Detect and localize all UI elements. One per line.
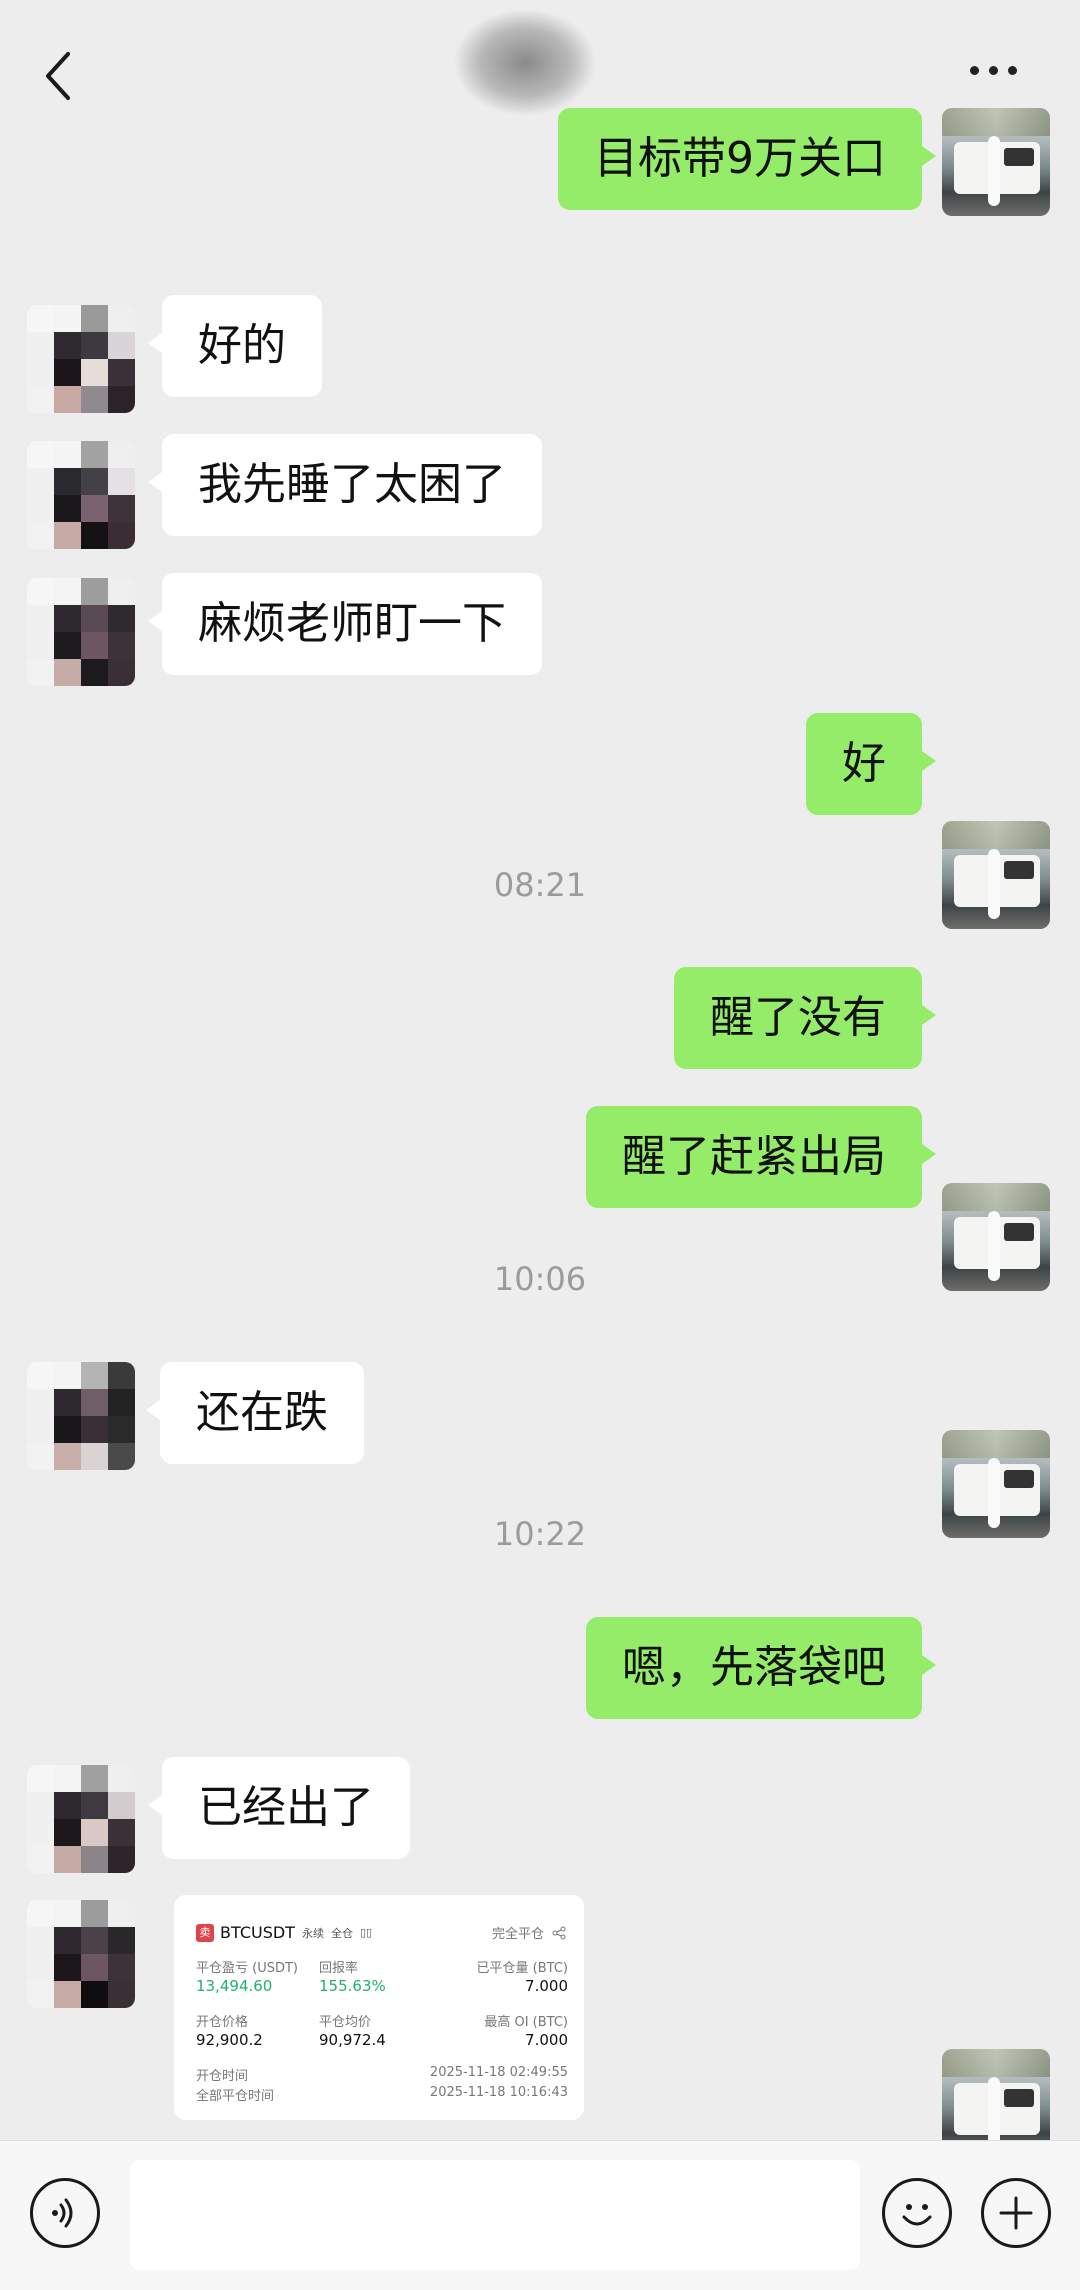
emoji-button[interactable] — [882, 2178, 952, 2248]
message-bubble-me[interactable]: 醒了没有 — [674, 967, 936, 1069]
my-avatar[interactable] — [942, 108, 1050, 216]
tag-cross-margin: 全仓 — [330, 1926, 353, 1940]
chevron-left-icon — [46, 52, 70, 100]
message-bubble-other[interactable]: 我先睡了太困了 — [148, 434, 542, 536]
contact-avatar[interactable] — [27, 1900, 135, 2008]
trade-status: 完全平仓 — [491, 1927, 544, 1942]
message-bubble-me[interactable]: 醒了赶紧出局 — [586, 1106, 936, 1208]
close-time-label: 全部平仓时间 — [196, 2089, 275, 2104]
voice-button[interactable] — [30, 2178, 100, 2248]
roi-label: 回报率 — [319, 1961, 359, 1976]
timestamp: 08:21 — [493, 866, 587, 904]
more-dots-icon — [970, 65, 979, 75]
max-oi-label: 最高 OI (BTC) — [484, 2015, 568, 2030]
message-bubble-other[interactable]: 还在跌 — [146, 1362, 364, 1464]
more-button[interactable] — [970, 60, 1030, 80]
open-time-label: 开仓时间 — [196, 2069, 249, 2084]
trade-symbol: BTCUSDT — [220, 1923, 295, 1942]
exchange-logo-icon: 卖 — [196, 1923, 214, 1942]
plus-icon — [999, 2196, 1033, 2230]
emoji-icon — [902, 2204, 932, 2226]
closed-qty-label: 已平仓量 (BTC) — [476, 1961, 568, 1976]
voice-icon — [52, 2198, 73, 2228]
message-bubble-other[interactable]: 已经出了 — [148, 1757, 410, 1859]
pnl-label: 平仓盈亏 (USDT) — [196, 1961, 298, 1976]
plus-button[interactable] — [981, 2178, 1051, 2248]
close-time-value: 2025-11-18 10:16:43 — [429, 2085, 568, 2100]
max-oi-value: 7.000 — [525, 2031, 568, 2049]
timestamp: 10:22 — [493, 1515, 587, 1553]
avg-close-label: 平仓均价 — [319, 2015, 372, 2030]
contact-avatar[interactable] — [27, 441, 135, 549]
tag-perpetual: 永续 — [301, 1926, 324, 1940]
message-bubble-me[interactable]: 目标带9万关口 — [558, 108, 936, 210]
open-time-value: 2025-11-18 02:49:55 — [429, 2065, 568, 2080]
contact-avatar[interactable] — [27, 1765, 135, 1873]
open-price-value: 92,900.2 — [196, 2031, 263, 2049]
contact-avatar[interactable] — [27, 578, 135, 686]
message-bubble-other[interactable]: 麻烦老师盯一下 — [148, 573, 542, 675]
contact-avatar[interactable] — [27, 305, 135, 413]
message-bubble-me[interactable]: 好 — [806, 713, 936, 815]
contact-name-blurred — [455, 10, 595, 115]
trade-result-card[interactable]: 卖 BTCUSDT 永续 全仓 ▯▯ 完全平仓 平仓盈亏 (USDT) 13,4… — [174, 1895, 584, 2120]
message-input[interactable] — [130, 2160, 860, 2270]
open-price-label: 开仓价格 — [196, 2015, 249, 2030]
message-bubble-other[interactable]: 好的 — [148, 295, 322, 397]
share-icon — [552, 1926, 566, 1939]
contact-avatar[interactable] — [27, 1362, 135, 1470]
timestamp: 10:06 — [493, 1260, 587, 1298]
roi-value: 155.63% — [319, 1977, 386, 1995]
leverage-icon: ▯▯ — [359, 1926, 373, 1939]
message-bubble-me[interactable]: 嗯，先落袋吧 — [586, 1617, 936, 1719]
pnl-value: 13,494.60 — [196, 1977, 273, 1995]
closed-qty-value: 7.000 — [525, 1977, 568, 1995]
avg-close-value: 90,972.4 — [319, 2031, 386, 2049]
back-button[interactable] — [40, 46, 84, 106]
